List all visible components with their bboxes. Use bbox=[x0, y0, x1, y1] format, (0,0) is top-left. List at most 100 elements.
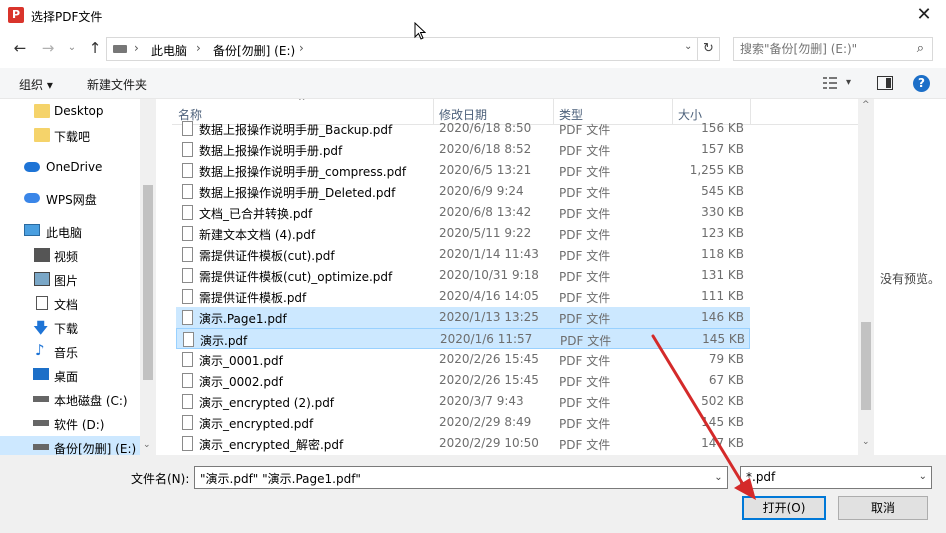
file-size: 123 KB bbox=[701, 226, 744, 240]
nav-item-drive-c[interactable]: 本地磁盘 (C:) bbox=[0, 388, 140, 412]
list-scroll-up-icon[interactable]: ^ bbox=[862, 100, 870, 110]
list-scrollbar-thumb[interactable] bbox=[861, 322, 871, 410]
file-size: 147 KB bbox=[701, 436, 744, 450]
file-row[interactable]: 需提供证件模板.pdf 2020/4/16 14:05 PDF 文件 111 KB bbox=[176, 286, 750, 307]
search-icon[interactable]: ⌕ bbox=[917, 41, 924, 56]
nav-item-wps[interactable]: WPS网盘 bbox=[0, 187, 140, 211]
file-type: PDF 文件 bbox=[559, 438, 611, 452]
file-type: PDF 文件 bbox=[559, 354, 611, 368]
organize-menu[interactable]: 组织 ▾ bbox=[19, 76, 53, 93]
filename-dropdown-icon[interactable]: ⌄ bbox=[710, 467, 727, 488]
file-date: 2020/3/7 9:43 bbox=[439, 394, 524, 408]
nav-item-label: 下载 bbox=[54, 322, 79, 336]
file-type: PDF 文件 bbox=[559, 144, 611, 158]
file-type: PDF 文件 bbox=[559, 249, 611, 263]
view-dropdown-icon[interactable]: ▾ bbox=[846, 77, 851, 88]
nav-item-label: OneDrive bbox=[46, 160, 103, 174]
column-divider[interactable] bbox=[750, 99, 751, 125]
file-icon bbox=[182, 436, 193, 451]
address-dropdown-icon[interactable]: ⌄ bbox=[684, 41, 692, 52]
nav-item-documents[interactable]: 文档 bbox=[0, 292, 140, 316]
music-icon: ♪ bbox=[35, 341, 45, 359]
file-icon bbox=[182, 226, 193, 241]
nav-item-desktop[interactable]: Desktop bbox=[0, 100, 140, 124]
back-arrow-icon[interactable]: ← bbox=[10, 38, 30, 58]
file-row[interactable]: 演示_0002.pdf 2020/2/26 15:45 PDF 文件 67 KB bbox=[176, 370, 750, 391]
file-date: 2020/2/29 8:49 bbox=[439, 415, 532, 429]
nav-scrollbar-thumb[interactable] bbox=[143, 185, 153, 380]
cancel-button[interactable]: 取消 bbox=[838, 496, 928, 520]
sort-ascending-icon: ^ bbox=[298, 99, 306, 107]
filename-label: 文件名(N): bbox=[131, 472, 190, 486]
filename-input[interactable]: "演示.pdf" "演示.Page1.pdf" bbox=[194, 466, 728, 489]
open-button[interactable]: 打开(O) bbox=[742, 496, 826, 520]
file-row[interactable]: 演示_encrypted.pdf 2020/2/29 8:49 PDF 文件 145 … bbox=[176, 412, 750, 433]
file-icon bbox=[182, 310, 193, 325]
list-scroll-down-icon[interactable]: ⌄ bbox=[862, 437, 870, 447]
file-row[interactable]: 演示.pdf 2020/1/6 11:57 PDF 文件 145 KB bbox=[176, 328, 750, 349]
up-arrow-icon[interactable]: ↑ bbox=[85, 38, 105, 58]
nav-item-pictures[interactable]: 图片 bbox=[0, 268, 140, 292]
file-list: 名称 ^ 修改日期 类型 大小 数据上报操作说明手册_Backup.pdf 202… bbox=[172, 99, 858, 455]
drive-icon bbox=[33, 396, 49, 402]
nav-item-this-pc[interactable]: 此电脑 bbox=[0, 220, 140, 244]
forward-arrow-icon[interactable]: → bbox=[38, 38, 58, 58]
preview-pane-toggle-icon[interactable] bbox=[877, 76, 893, 90]
file-name: 数据上报操作说明手册.pdf bbox=[199, 144, 343, 158]
file-icon bbox=[182, 247, 193, 262]
refresh-icon[interactable]: ↻ bbox=[698, 37, 720, 61]
file-row[interactable]: 数据上报操作说明手册_compress.pdf 2020/6/5 13:21 PDF… bbox=[176, 160, 750, 181]
file-row[interactable]: 演示_encrypted_解密.pdf 2020/2/29 10:50 PDF 文件… bbox=[176, 433, 750, 454]
nav-item-downloads[interactable]: 🡇 下载 bbox=[0, 316, 140, 340]
address-bar[interactable]: › 此电脑 › 备份[勿删] (E:) › ⌄ bbox=[106, 37, 698, 61]
nav-item-onedrive[interactable]: OneDrive bbox=[0, 156, 140, 180]
file-row[interactable]: 数据上报操作说明手册.pdf 2020/6/18 8:52 PDF 文件 157 KB bbox=[176, 139, 750, 160]
folder-icon bbox=[34, 104, 50, 118]
view-options-icon[interactable] bbox=[822, 76, 838, 90]
nav-item-label: 下载吧 bbox=[54, 130, 91, 144]
file-size: 502 KB bbox=[701, 394, 744, 408]
file-name: 演示.Page1.pdf bbox=[199, 312, 287, 326]
file-date: 2020/1/14 11:43 bbox=[439, 247, 539, 261]
search-input[interactable] bbox=[740, 42, 910, 56]
file-size: 157 KB bbox=[701, 142, 744, 156]
file-row[interactable]: 需提供证件模板(cut).pdf 2020/1/14 11:43 PDF 文件 118… bbox=[176, 244, 750, 265]
chevron-down-icon: ⌄ bbox=[918, 471, 927, 482]
file-type: PDF 文件 bbox=[559, 207, 611, 221]
breadcrumb-this-pc[interactable]: 此电脑 bbox=[151, 42, 187, 59]
file-row[interactable]: 演示_encrypted (2).pdf 2020/3/7 9:43 PDF 文件 5… bbox=[176, 391, 750, 412]
help-icon[interactable]: ? bbox=[913, 75, 930, 92]
file-row[interactable]: 需提供证件模板(cut)_optimize.pdf 2020/10/31 9:18… bbox=[176, 265, 750, 286]
file-row[interactable]: 演示.Page1.pdf 2020/1/13 13:25 PDF 文件 146 KB bbox=[176, 307, 750, 328]
nav-item-label: Desktop bbox=[54, 104, 104, 118]
file-row[interactable]: 数据上报操作说明手册_Backup.pdf 2020/6/18 8:50 PDF 文… bbox=[176, 118, 750, 139]
file-name: 演示_0002.pdf bbox=[199, 375, 283, 389]
search-box[interactable]: ⌕ bbox=[733, 37, 933, 61]
nav-item-videos[interactable]: 视频 bbox=[0, 244, 140, 268]
file-size: 131 KB bbox=[701, 268, 744, 282]
file-type: PDF 文件 bbox=[559, 270, 611, 284]
nav-item-music[interactable]: ♪ 音乐 bbox=[0, 340, 140, 364]
document-icon bbox=[36, 296, 48, 310]
file-size: 118 KB bbox=[701, 247, 744, 261]
picture-icon bbox=[34, 272, 50, 286]
file-row[interactable]: 数据上报操作说明手册_Deleted.pdf 2020/6/9 9:24 PDF 文… bbox=[176, 181, 750, 202]
drive-icon bbox=[33, 444, 49, 450]
file-row[interactable]: 文档_已合并转换.pdf 2020/6/8 13:42 PDF 文件 330 KB bbox=[176, 202, 750, 223]
file-name: 演示_encrypted (2).pdf bbox=[199, 396, 335, 410]
filetype-select[interactable]: *.pdf ⌄ bbox=[740, 466, 932, 489]
drive-icon bbox=[113, 45, 127, 53]
nav-scroll-down-icon[interactable]: ⌄ bbox=[143, 440, 151, 450]
window-title: 选择PDF文件 bbox=[31, 10, 103, 24]
breadcrumb-drive-e[interactable]: 备份[勿删] (E:) bbox=[213, 42, 295, 59]
close-icon[interactable]: ✕ bbox=[908, 2, 940, 28]
new-folder-button[interactable]: 新建文件夹 bbox=[87, 76, 147, 93]
file-row[interactable]: 新建文本文档 (4).pdf 2020/5/11 9:22 PDF 文件 123 KB bbox=[176, 223, 750, 244]
recent-locations-chevron-icon[interactable]: ⌄ bbox=[62, 38, 82, 58]
nav-item-drive-d[interactable]: 软件 (D:) bbox=[0, 412, 140, 436]
file-row[interactable]: 演示_0001.pdf 2020/2/26 15:45 PDF 文件 79 KB bbox=[176, 349, 750, 370]
nav-item-xiazaiba[interactable]: 下载吧 bbox=[0, 124, 140, 148]
nav-item-desktop-folder[interactable]: 桌面 bbox=[0, 364, 140, 388]
file-date: 2020/5/11 9:22 bbox=[439, 226, 532, 240]
computer-icon bbox=[24, 224, 40, 236]
